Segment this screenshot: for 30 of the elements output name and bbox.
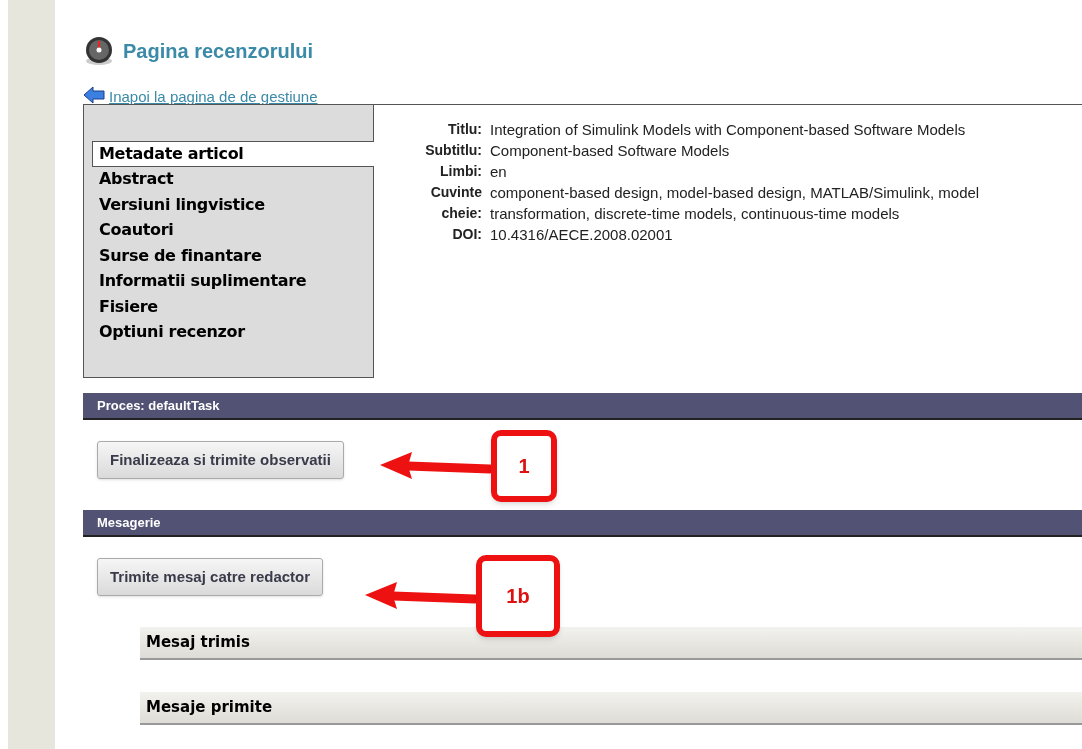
back-arrow-icon bbox=[83, 86, 105, 104]
sidebar-item[interactable]: Versiuni lingvistice bbox=[92, 192, 373, 218]
action-button[interactable]: Finalizeaza si trimite observatii bbox=[97, 441, 344, 479]
section-header: Proces: defaultTask bbox=[83, 393, 1082, 420]
field-value: component-based design, model-based design, MATLAB/Simulink, model transformation, discrete-time models, continuous-time models bbox=[490, 183, 981, 224]
field-label: Limbi: bbox=[439, 162, 482, 181]
field-label: DOI: bbox=[451, 225, 482, 244]
section-header: Mesagerie bbox=[83, 510, 1082, 537]
collapsible-panel[interactable]: Mesaj trimis bbox=[140, 627, 1082, 660]
sidebar-item[interactable]: Surse de finantare bbox=[92, 243, 373, 269]
field-value: Integration of Simulink Models with Component-based Software Models bbox=[490, 120, 967, 140]
action-button[interactable]: Trimite mesaj catre redactor bbox=[97, 558, 324, 596]
back-link[interactable]: Inapoi la pagina de de gestiune bbox=[109, 89, 318, 104]
sidebar-item[interactable]: Coautori bbox=[92, 217, 373, 243]
sidebar-item[interactable]: Fisiere bbox=[92, 294, 373, 320]
collapsible-panel[interactable]: Mesaje primite bbox=[140, 692, 1082, 725]
field-label: Titlu: bbox=[447, 120, 482, 139]
field-label: Subtitlu: bbox=[424, 141, 482, 160]
sidebar-item[interactable]: Metadate articol bbox=[92, 141, 374, 167]
sidebar-item[interactable]: Abstract bbox=[92, 166, 373, 192]
sidebar-item[interactable]: Informatii suplimentare bbox=[92, 268, 373, 294]
field-value: Component-based Software Models bbox=[490, 141, 731, 161]
field-value: 10.4316/AECE.2008.02001 bbox=[490, 225, 674, 245]
field-value: en bbox=[490, 162, 508, 182]
field-label: Cuvinte cheie: bbox=[429, 183, 482, 223]
speedometer-icon bbox=[83, 35, 115, 67]
callout-number: 1 bbox=[491, 430, 557, 502]
sidebar-item[interactable]: Optiuni recenzor bbox=[92, 319, 373, 345]
callout-number: 1b bbox=[476, 555, 560, 637]
page-title: Pagina recenzorului bbox=[123, 39, 314, 64]
